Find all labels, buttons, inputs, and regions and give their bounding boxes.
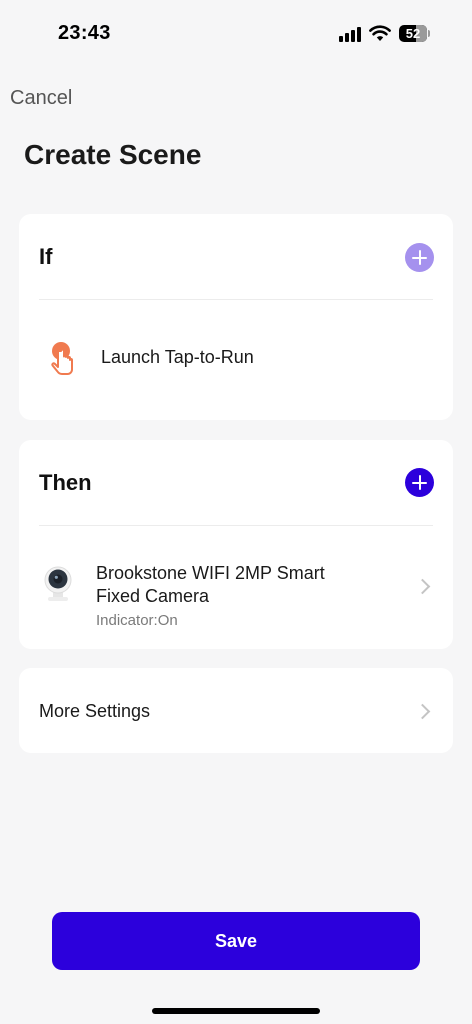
action-label-line2: Fixed Camera [96, 586, 210, 606]
more-settings-label: More Settings [39, 701, 151, 721]
chevron-right-icon [414, 703, 431, 720]
chevron-right-icon [414, 578, 431, 595]
action-label-line1: Brookstone WIFI 2MP Smart [96, 563, 325, 583]
camera-icon [44, 566, 72, 601]
add-action-button[interactable] [405, 468, 434, 497]
if-section-title: If [39, 244, 53, 269]
save-button[interactable]: Save [52, 912, 420, 970]
condition-item[interactable]: Launch Tap-to-Run [19, 324, 453, 394]
battery-level: 52 [405, 26, 421, 41]
battery-icon: 52 [399, 25, 427, 42]
more-settings-row[interactable]: More Settings [19, 668, 453, 753]
if-card: If Launch Tap-to-Run [19, 214, 453, 420]
wifi-icon [369, 25, 391, 41]
page-title: Create Scene [24, 139, 202, 170]
condition-label: Launch Tap-to-Run [101, 347, 254, 367]
then-section-title: Then [39, 470, 92, 495]
then-card: Then Brookstone WIFI 2MP Smart Fixed Cam… [19, 440, 453, 649]
divider [39, 299, 433, 300]
divider [39, 525, 433, 526]
home-indicator [152, 1008, 320, 1014]
action-status: Indicator:On [96, 612, 178, 629]
signal-icon [339, 26, 363, 42]
cancel-button[interactable]: Cancel [10, 87, 72, 110]
tap-hand-icon [51, 342, 73, 375]
add-condition-button[interactable] [405, 243, 434, 272]
status-time: 23:43 [58, 22, 111, 44]
action-item[interactable]: Brookstone WIFI 2MP Smart Fixed Camera I… [19, 552, 453, 636]
battery-tip [428, 30, 430, 37]
